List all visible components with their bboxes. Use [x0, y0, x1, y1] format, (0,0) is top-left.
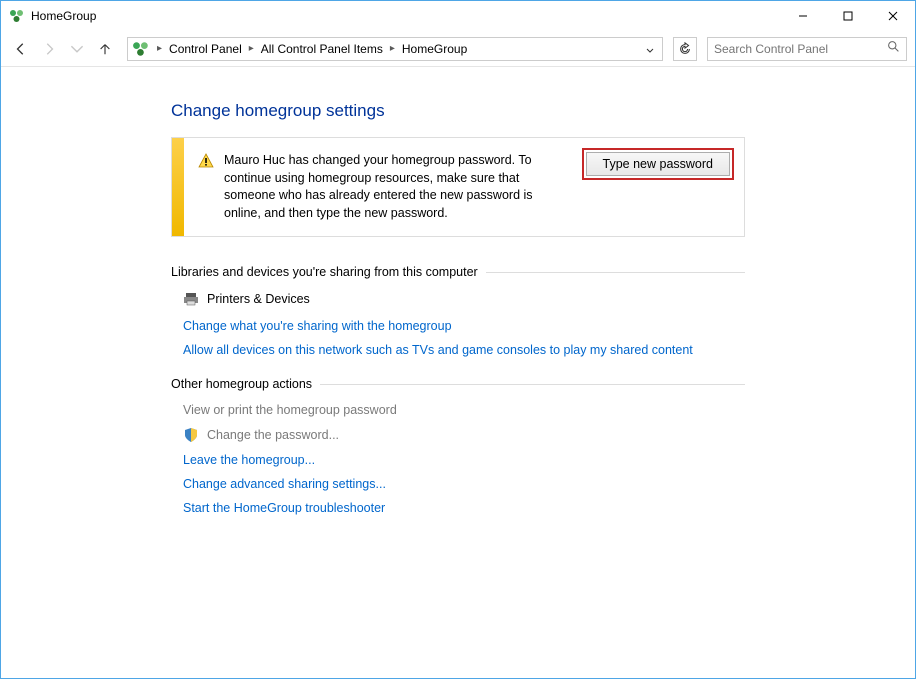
page-heading: Change homegroup settings	[171, 101, 745, 121]
advanced-sharing-link[interactable]: Change advanced sharing settings...	[183, 477, 745, 491]
titlebar: HomeGroup	[1, 1, 915, 31]
breadcrumb-all-items[interactable]: All Control Panel Items	[257, 40, 387, 58]
leave-homegroup-link[interactable]: Leave the homegroup...	[183, 453, 745, 467]
change-password-label: Change the password...	[207, 428, 339, 442]
warning-icon	[198, 153, 214, 169]
breadcrumb-control-panel[interactable]: Control Panel	[165, 40, 246, 58]
search-box[interactable]	[707, 37, 907, 61]
view-password-link: View or print the homegroup password	[183, 403, 745, 417]
search-icon[interactable]	[887, 40, 900, 58]
forward-button[interactable]	[37, 37, 61, 61]
window-controls	[780, 1, 915, 31]
homegroup-icon	[132, 40, 150, 58]
alert-stripe	[172, 138, 184, 236]
shield-icon	[183, 427, 199, 443]
alert-message: Mauro Huc has changed your homegroup pas…	[224, 152, 564, 222]
recent-dropdown[interactable]	[65, 37, 89, 61]
navbar: ▸ Control Panel ▸ All Control Panel Item…	[1, 31, 915, 67]
minimize-button[interactable]	[780, 1, 825, 31]
section-sharing-heading: Libraries and devices you're sharing fro…	[171, 265, 745, 279]
breadcrumb[interactable]: ▸ Control Panel ▸ All Control Panel Item…	[127, 37, 663, 61]
alert-box: Mauro Huc has changed your homegroup pas…	[171, 137, 745, 237]
chevron-right-icon[interactable]: ▸	[246, 41, 257, 56]
printer-icon	[183, 291, 199, 307]
window-title: HomeGroup	[31, 9, 96, 23]
refresh-button[interactable]	[673, 37, 697, 61]
section-actions-heading: Other homegroup actions	[171, 377, 745, 391]
type-new-password-button[interactable]: Type new password	[586, 152, 730, 176]
homegroup-icon	[9, 8, 25, 24]
back-button[interactable]	[9, 37, 33, 61]
alert-button-highlight: Type new password	[582, 148, 734, 180]
change-password-link: Change the password...	[183, 427, 745, 443]
page-content: Change homegroup settings Mauro Huc has …	[1, 67, 915, 515]
printers-devices-label: Printers & Devices	[207, 292, 310, 306]
breadcrumb-dropdown[interactable]	[640, 38, 660, 60]
printers-devices-item: Printers & Devices	[183, 291, 745, 307]
troubleshooter-link[interactable]: Start the HomeGroup troubleshooter	[183, 501, 745, 515]
close-button[interactable]	[870, 1, 915, 31]
breadcrumb-homegroup[interactable]: HomeGroup	[398, 40, 471, 58]
chevron-right-icon[interactable]: ▸	[387, 41, 398, 56]
chevron-right-icon[interactable]: ▸	[154, 41, 165, 56]
up-button[interactable]	[93, 37, 117, 61]
allow-devices-link[interactable]: Allow all devices on this network such a…	[183, 343, 745, 357]
change-sharing-link[interactable]: Change what you're sharing with the home…	[183, 319, 745, 333]
search-input[interactable]	[714, 42, 887, 56]
maximize-button[interactable]	[825, 1, 870, 31]
